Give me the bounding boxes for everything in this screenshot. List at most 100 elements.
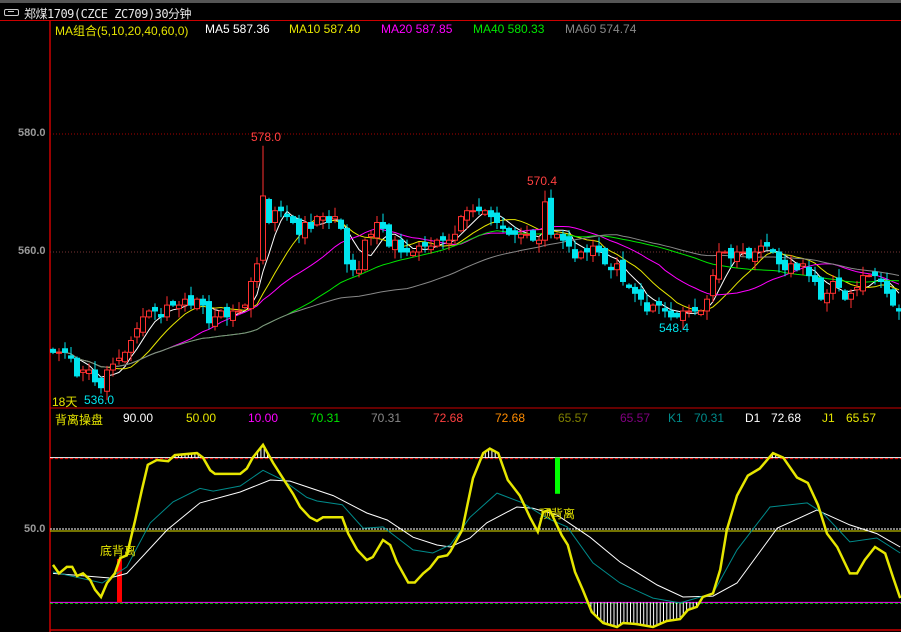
candle-down: [50, 348, 56, 353]
candle-up: [104, 369, 110, 392]
candle-up: [752, 251, 758, 262]
indicator-legend-item: 50.00: [186, 411, 217, 425]
candle-up: [518, 233, 524, 239]
candle-down: [290, 216, 296, 224]
candle-up: [830, 281, 836, 294]
candle-up: [578, 251, 584, 259]
candle-down: [782, 259, 788, 271]
candle-down: [500, 225, 506, 229]
candle-down: [308, 222, 314, 229]
candle-down: [794, 263, 800, 271]
candle-up: [416, 245, 422, 253]
candle-up: [218, 310, 224, 318]
candle-down: [398, 239, 404, 253]
candle-down: [296, 218, 302, 235]
candle-up: [788, 263, 794, 274]
y-tick-label: 560.0: [18, 245, 46, 257]
candle-up: [86, 369, 92, 375]
candle-down: [380, 222, 386, 229]
candle-down: [74, 357, 80, 377]
candle-up: [194, 298, 200, 310]
candle-down: [440, 236, 446, 241]
candle-down: [560, 233, 566, 241]
candle-up: [128, 340, 134, 353]
candle-up: [164, 304, 170, 318]
candle-up: [860, 275, 866, 292]
candle-up: [446, 239, 452, 245]
candle-up: [332, 216, 338, 220]
candle-up: [56, 351, 62, 354]
indicator-legend-item: 72.68: [433, 411, 464, 425]
candle-down: [764, 242, 770, 247]
candle-up: [704, 298, 710, 312]
candle-up: [236, 310, 242, 313]
candle-up: [614, 263, 620, 271]
candle-up: [140, 316, 146, 333]
candle-down: [896, 308, 901, 312]
candle-up: [650, 304, 656, 312]
candle-up: [722, 251, 728, 254]
candle-down: [404, 247, 410, 253]
candle-up: [590, 245, 596, 257]
candle-up: [368, 233, 374, 238]
j1-line: [51, 442, 901, 629]
candle-down: [620, 259, 626, 283]
candle-down: [584, 247, 590, 253]
k1-line: [52, 469, 901, 604]
candle-down: [476, 206, 482, 212]
candle-down: [152, 306, 158, 312]
candle-up: [434, 239, 440, 247]
ma-legend-item: MA40 580.33: [473, 22, 545, 36]
candle-down: [494, 212, 500, 223]
candle-up: [392, 239, 398, 251]
candle-down: [170, 301, 176, 306]
candle-up: [182, 298, 188, 306]
high-price-label: 578.0: [251, 130, 282, 144]
ma10-line: [53, 217, 900, 370]
indicator-legend-item: 70.31: [371, 411, 402, 425]
candle-up: [698, 310, 704, 316]
candle-down: [266, 198, 272, 224]
candle-down: [692, 306, 698, 312]
candle-down: [596, 245, 602, 253]
low-price-label: 536.0: [84, 393, 115, 407]
candle-up: [854, 286, 860, 291]
candle-down: [566, 236, 572, 247]
candle-down: [674, 312, 680, 318]
candle-up: [230, 310, 236, 321]
candle-up: [428, 245, 434, 251]
candle-up: [758, 245, 764, 253]
indicator-legend-item: 10.00: [248, 411, 279, 425]
candle-down: [206, 301, 212, 324]
ma5-line: [53, 210, 900, 378]
candle-down: [818, 277, 824, 300]
candle-down: [350, 259, 356, 271]
candle-down: [644, 302, 650, 312]
candle-up: [464, 210, 470, 221]
candle-up: [410, 251, 416, 257]
candle-up: [242, 304, 248, 308]
candle-down: [512, 230, 518, 235]
candle-down: [632, 286, 638, 294]
indicator-legend-item: 65.57: [620, 411, 651, 425]
ma-legend-item: MA10 587.40: [289, 22, 361, 36]
candle-down: [506, 227, 512, 235]
candle-down: [836, 277, 842, 288]
candle-up: [686, 310, 692, 313]
candle-down: [812, 275, 818, 283]
candle-up: [374, 222, 380, 239]
candle-down: [62, 348, 68, 353]
candle-up: [362, 239, 368, 271]
candle-down: [872, 271, 878, 277]
candle-down: [890, 289, 896, 306]
ma-legend-item: MA5 587.36: [205, 22, 270, 36]
candle-down: [638, 289, 644, 300]
candle-up: [314, 216, 320, 226]
candle-down: [98, 377, 104, 389]
candle-down: [224, 306, 230, 318]
chart-canvas[interactable]: [0, 0, 901, 632]
indicator-legend-item: 70.31: [310, 411, 341, 425]
candle-up: [866, 275, 872, 278]
indicator-legend-item: J1: [822, 411, 835, 425]
candle-down: [608, 266, 614, 271]
